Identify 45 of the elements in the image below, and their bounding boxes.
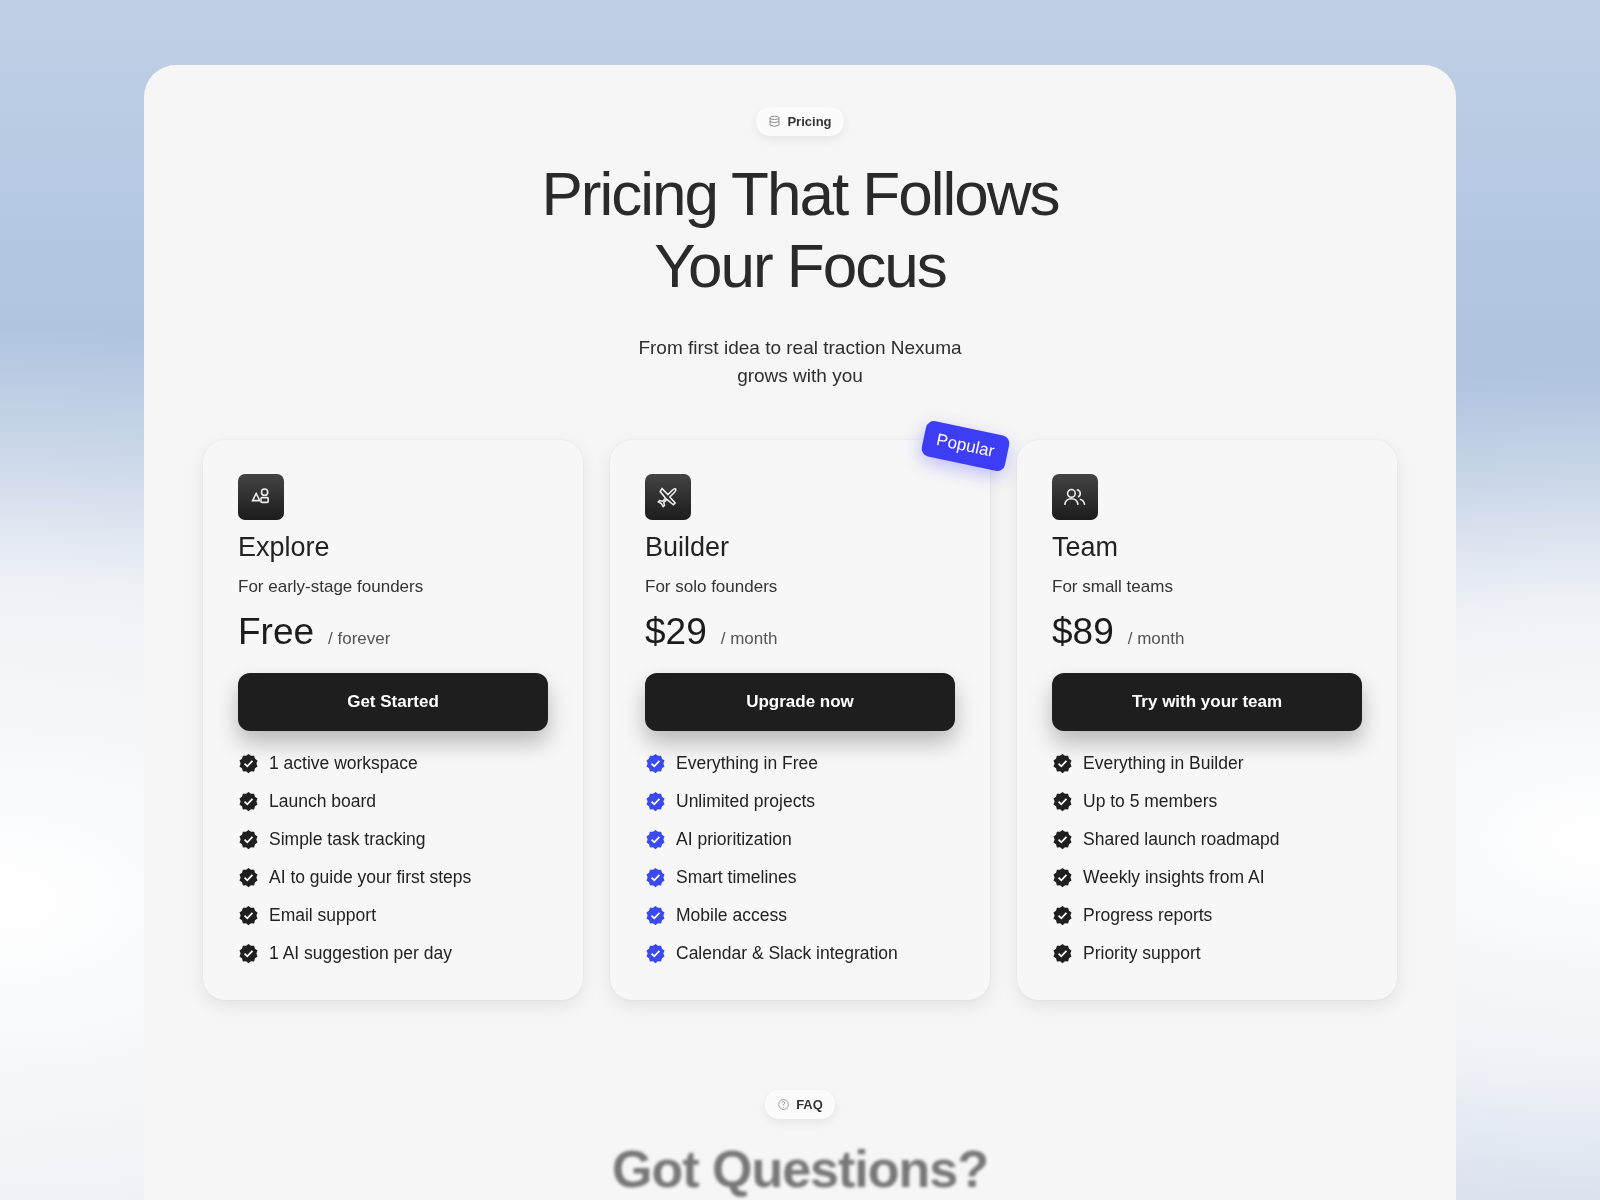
faq-heading: Got Questions?	[612, 1139, 988, 1199]
feature-text: Email support	[269, 905, 376, 926]
database-icon	[768, 115, 782, 128]
plane-icon	[645, 474, 691, 520]
feature-text: Simple task tracking	[269, 829, 426, 850]
feature-text: 1 AI suggestion per day	[269, 943, 452, 964]
feature-text: AI to guide your first steps	[269, 867, 472, 888]
plan-button[interactable]: Try with your team	[1052, 673, 1362, 731]
feature-text: Unlimited projects	[676, 791, 816, 812]
plan-button[interactable]: Upgrade now	[645, 673, 955, 731]
feature-text: Smart timelines	[676, 867, 797, 888]
plan-tagline: For early-stage founders	[238, 577, 425, 597]
feature-text: Priority support	[1083, 943, 1201, 964]
price-period: / month	[1127, 629, 1185, 649]
feature-text: Weekly insights from AI	[1083, 867, 1265, 888]
plan-name: Builder	[645, 532, 731, 563]
feature-text: Launch board	[269, 791, 377, 812]
tag-label: Pricing	[787, 114, 832, 129]
feature-text: Shared launch roadmapd	[1083, 829, 1280, 850]
feature-text: Calendar & Slack integration	[676, 943, 898, 964]
plan-tagline: For small teams	[1052, 577, 1174, 597]
users-icon	[1052, 474, 1098, 520]
plan-price: $29	[645, 611, 707, 653]
plan-name: Team	[1052, 532, 1120, 563]
feature-text: Mobile access	[676, 905, 787, 926]
price-period: / month	[720, 629, 778, 649]
feature-text: Everything in Builder	[1083, 753, 1244, 774]
popular-badge: Popular	[920, 419, 1011, 473]
headline: Your Focus	[653, 230, 947, 302]
plan-tagline: For solo founders	[645, 577, 779, 597]
question-icon	[777, 1098, 791, 1111]
feature-text: Progress reports	[1083, 905, 1213, 926]
tag-label: FAQ	[796, 1097, 823, 1112]
subtitle: From first idea to real traction Nexuma grows with you	[637, 336, 963, 388]
headline: Pricing That Follows	[541, 158, 1059, 230]
feature-text: AI prioritization	[676, 829, 792, 850]
price-period: / forever	[328, 629, 391, 649]
feature-text: Everything in Free	[676, 753, 818, 774]
plan-price: $89	[1052, 611, 1114, 653]
plan-name: Explore	[238, 532, 331, 563]
plan-button[interactable]: Get Started	[238, 673, 548, 731]
feature-text: Up to 5 members	[1083, 791, 1218, 812]
plan-price: Free	[238, 611, 315, 653]
shapes-icon	[238, 474, 284, 520]
feature-text: 1 active workspace	[269, 753, 418, 774]
